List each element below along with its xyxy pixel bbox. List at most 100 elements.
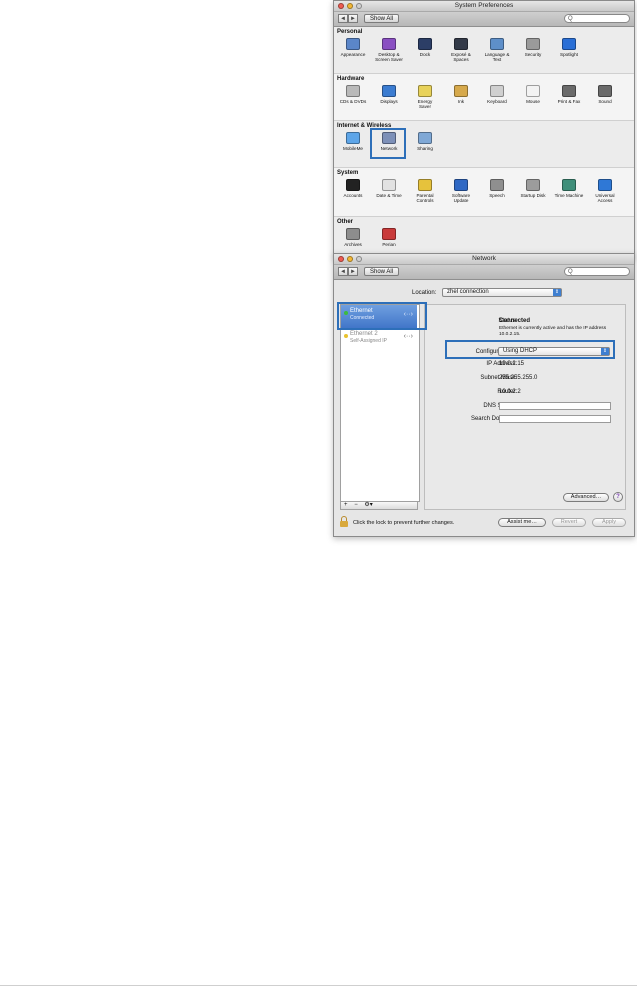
pref-mobileme[interactable]: MobileMe [336, 132, 370, 151]
toolbar: ◄ ► Show All Q [334, 12, 634, 27]
perian-icon [382, 228, 396, 240]
archives-icon [346, 228, 360, 240]
service-item-ethernet-2[interactable]: Ethernet 2 Self-Assigned IP ‹··› [341, 329, 417, 349]
pref-parental[interactable]: Parental Controls [408, 179, 442, 204]
lock-icon[interactable] [340, 516, 349, 527]
ethernet-icon: ‹··› [403, 333, 413, 340]
pref-perian[interactable]: Perian [372, 228, 406, 247]
location-select[interactable]: zhel connection ⇕ [442, 288, 562, 297]
network-pane: Location: zhel connection ⇕ Ethernet Con… [334, 280, 634, 536]
pref-mouse[interactable]: Mouse [516, 85, 550, 104]
pref-startup[interactable]: Startup Disk [516, 179, 550, 198]
pref-appearance[interactable]: Appearance [336, 38, 370, 57]
lock-text: Click the lock to prevent further change… [353, 520, 455, 526]
pref-label: Startup Disk [520, 193, 546, 198]
pref-datetime[interactable]: Date & Time [372, 179, 406, 198]
sound-icon [598, 85, 612, 97]
service-list: Ethernet Connected ‹··› Ethernet 2 Self-… [340, 304, 420, 502]
pref-desktop[interactable]: Desktop & Screen Saver [372, 38, 406, 63]
apply-button[interactable]: Apply [592, 518, 626, 527]
pref-accounts[interactable]: Accounts [336, 179, 370, 198]
pref-spotlight[interactable]: Spotlight [552, 38, 586, 57]
pref-label: Exposé & Spaces [451, 52, 471, 63]
search-input[interactable]: Q [564, 14, 630, 23]
ip-address-value: 10.0.2.15 [499, 361, 525, 367]
ink-icon [454, 85, 468, 97]
pref-label: Speech [489, 193, 505, 198]
show-all-button[interactable]: Show All [364, 267, 400, 276]
search-domains-input[interactable] [499, 415, 611, 423]
section-internet-wireless: Internet & Wireless MobileMe Network Sharin… [334, 121, 634, 168]
assist-me-button[interactable]: Assist me… [498, 518, 546, 527]
accounts-icon [346, 179, 360, 191]
pref-label: Software Update [451, 193, 471, 204]
pref-label: Universal Access [595, 193, 615, 204]
pref-expose[interactable]: Exposé & Spaces [444, 38, 478, 63]
pref-update[interactable]: Software Update [444, 179, 478, 204]
forward-button[interactable]: ► [348, 14, 358, 23]
close-button[interactable] [338, 256, 344, 262]
add-service-button[interactable]: + [344, 502, 348, 508]
pref-print[interactable]: Print & Fax [552, 85, 586, 104]
window-controls [338, 256, 362, 262]
pref-label: Dock [419, 52, 431, 57]
network-icon [382, 132, 396, 144]
pref-network[interactable]: Network [372, 132, 406, 151]
pref-speech[interactable]: Speech [480, 179, 514, 198]
pref-universal[interactable]: Universal Access [588, 179, 622, 204]
chevron-updown-icon: ⇕ [553, 289, 561, 296]
back-button[interactable]: ◄ [338, 14, 348, 23]
appearance-icon [346, 38, 360, 50]
expose-icon [454, 38, 468, 50]
revert-button[interactable]: Revert [552, 518, 586, 527]
universal-icon [598, 179, 612, 191]
search-icon: Q [568, 269, 573, 275]
window-controls [338, 3, 362, 9]
minimize-button[interactable] [347, 3, 353, 9]
gear-icon[interactable]: ⚙︎▾ [364, 502, 372, 508]
title-bar: Network [334, 254, 634, 265]
forward-button[interactable]: ► [348, 267, 358, 276]
configure-ipv4-select[interactable]: Using DHCP ⇕ [498, 347, 610, 356]
mobileme-icon [346, 132, 360, 144]
close-button[interactable] [338, 3, 344, 9]
section-title: Personal [337, 29, 363, 35]
location-value: zhel connection [447, 289, 489, 295]
window-title: Network [472, 255, 496, 262]
dns-server-input[interactable] [499, 402, 611, 410]
pref-sound[interactable]: Sound [588, 85, 622, 104]
help-button[interactable]: ? [613, 492, 623, 502]
pref-timemachine[interactable]: Time Machine [552, 179, 586, 198]
location-label: Location: [412, 290, 437, 296]
pref-archives[interactable]: Archives [336, 228, 370, 247]
update-icon [454, 179, 468, 191]
pref-language[interactable]: Language & Text [480, 38, 514, 63]
zoom-button[interactable] [356, 256, 362, 262]
pref-displays[interactable]: Displays [372, 85, 406, 104]
pref-ink[interactable]: Ink [444, 85, 478, 104]
pref-dock[interactable]: Dock [408, 38, 442, 57]
preferences-pane: Personal Appearance Desktop & Screen Saver… [334, 27, 634, 258]
pref-label: Mouse [526, 99, 540, 104]
pref-label: Accounts [343, 193, 363, 198]
pref-label: Language & Text [484, 52, 510, 63]
pref-label: Print & Fax [557, 99, 581, 104]
minimize-button[interactable] [347, 256, 353, 262]
pref-energy[interactable]: Energy Saver [408, 85, 442, 110]
search-input[interactable]: Q [564, 267, 630, 276]
pref-cd[interactable]: CDs & DVDs [336, 85, 370, 104]
advanced-button[interactable]: Advanced… [563, 493, 609, 502]
status-description: Ethernet is currently active and has the… [499, 326, 607, 337]
zoom-button[interactable] [356, 3, 362, 9]
section-other: Other Archives Perian [334, 217, 634, 258]
show-all-button[interactable]: Show All [364, 14, 400, 23]
pref-label: Desktop & Screen Saver [375, 52, 403, 63]
pref-security[interactable]: Security [516, 38, 550, 57]
back-button[interactable]: ◄ [338, 267, 348, 276]
service-item-ethernet[interactable]: Ethernet Connected ‹··› [341, 305, 417, 329]
pref-sharing[interactable]: Sharing [408, 132, 442, 151]
pref-keyboard[interactable]: Keyboard [480, 85, 514, 104]
remove-service-button[interactable]: − [354, 502, 358, 508]
title-bar: System Preferences [334, 1, 634, 12]
pref-label: Perian [382, 242, 396, 247]
